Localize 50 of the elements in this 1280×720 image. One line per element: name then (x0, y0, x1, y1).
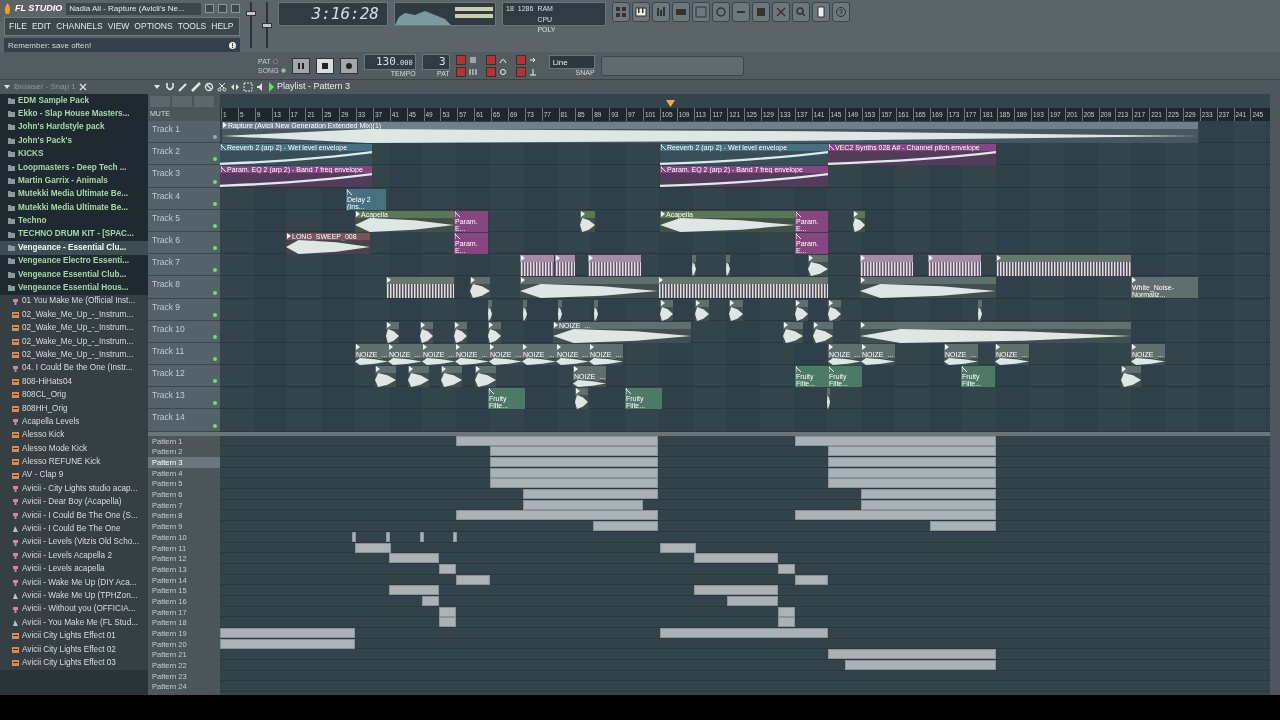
folder-item[interactable]: Vengeance Essential Club... (0, 268, 148, 282)
pattern-number-display: 3 (421, 53, 450, 70)
menu-item[interactable]: HELP (211, 20, 234, 33)
menu-item[interactable]: FILE (9, 20, 27, 33)
song-position-clock: 3:16:28 (278, 2, 388, 26)
track-header[interactable]: Track 4 (148, 187, 220, 210)
folder-item[interactable]: Mutekki Media Ultimate Be... (0, 201, 148, 215)
menu-item[interactable]: TOOLS (177, 20, 207, 33)
track-header[interactable]: Track 10 (148, 320, 220, 343)
library-entry[interactable]: Avicii - Levels Acapella 2 (0, 549, 148, 563)
folder-item[interactable]: John's Pack's (0, 134, 148, 148)
track-header[interactable]: Track 1 (148, 121, 220, 144)
track-header[interactable]: Track 2 (148, 143, 220, 166)
library-entry[interactable]: Avicii City Lights Effect 03 (0, 656, 148, 670)
menu-item[interactable]: VIEW (107, 20, 130, 33)
library-entry[interactable]: Alesso Mode Kick (0, 442, 148, 456)
track-header[interactable]: Track 6 (148, 231, 220, 255)
track-header[interactable]: Track 12 (148, 365, 220, 388)
snap-dropdown[interactable]: Line (548, 54, 595, 69)
track-header[interactable]: Track 5 (148, 209, 220, 232)
track-header[interactable]: Track 7 (148, 254, 220, 277)
menu-item[interactable]: OPTIONS (134, 20, 173, 33)
hint-text: Remember: save often! (8, 39, 92, 52)
window-title: Nadia Ali - Rapture (Avicii's Ne... (66, 2, 201, 15)
library-entry[interactable]: 02_Wake_Me_Up_-_Instrum... (0, 348, 148, 362)
folder-item[interactable]: Vengeance Essential Hous... (0, 281, 148, 295)
folder-item[interactable]: EDM Sample Pack (0, 94, 148, 108)
library-entry[interactable]: Avicii - Wake Me Up (DIY Aca... (0, 576, 148, 590)
menu-item[interactable]: CHANNELS (56, 20, 103, 33)
playlist-title: Playlist - Pattern 3 (277, 80, 351, 94)
library-entry[interactable]: Avicii - You Make Me (FL Stud... (0, 616, 148, 630)
library-entry[interactable]: 02_Wake_Me_Up_-_Instrum... (0, 335, 148, 349)
library-entry[interactable]: 02_Wake_Me_Up_-_Instrum... (0, 308, 148, 322)
menu-item[interactable]: EDIT (31, 20, 52, 33)
folder-item[interactable]: Ekko - Slap House Masters... (0, 107, 148, 121)
track-header[interactable]: Track 14 (148, 409, 220, 432)
library-entry[interactable]: Avicii - I Could Be The One (S... (0, 509, 148, 523)
library-entry[interactable]: 808-HiHats04 (0, 375, 148, 389)
library-entry[interactable]: Avicii - City Lights studio acap... (0, 482, 148, 496)
track-header[interactable]: Track 11 (148, 342, 220, 366)
track-header[interactable]: Track 3 (148, 165, 220, 188)
app-logo: FL STUDIO (15, 1, 63, 15)
track-header[interactable]: Track 9 (148, 298, 220, 321)
library-entry[interactable]: Avicii - Wake Me Up (TPHZon... (0, 589, 148, 603)
track-header[interactable]: Track 13 (148, 387, 220, 410)
folder-item[interactable]: Martin Garrix - Animals (0, 174, 148, 188)
library-entry[interactable]: Acapella Levels (0, 415, 148, 429)
folder-item[interactable]: Vengeance - Essential Clu... (0, 241, 148, 255)
library-entry[interactable]: Avicii City Lights Effect 02 (0, 643, 148, 657)
track-header[interactable]: Track 8 (148, 276, 220, 299)
